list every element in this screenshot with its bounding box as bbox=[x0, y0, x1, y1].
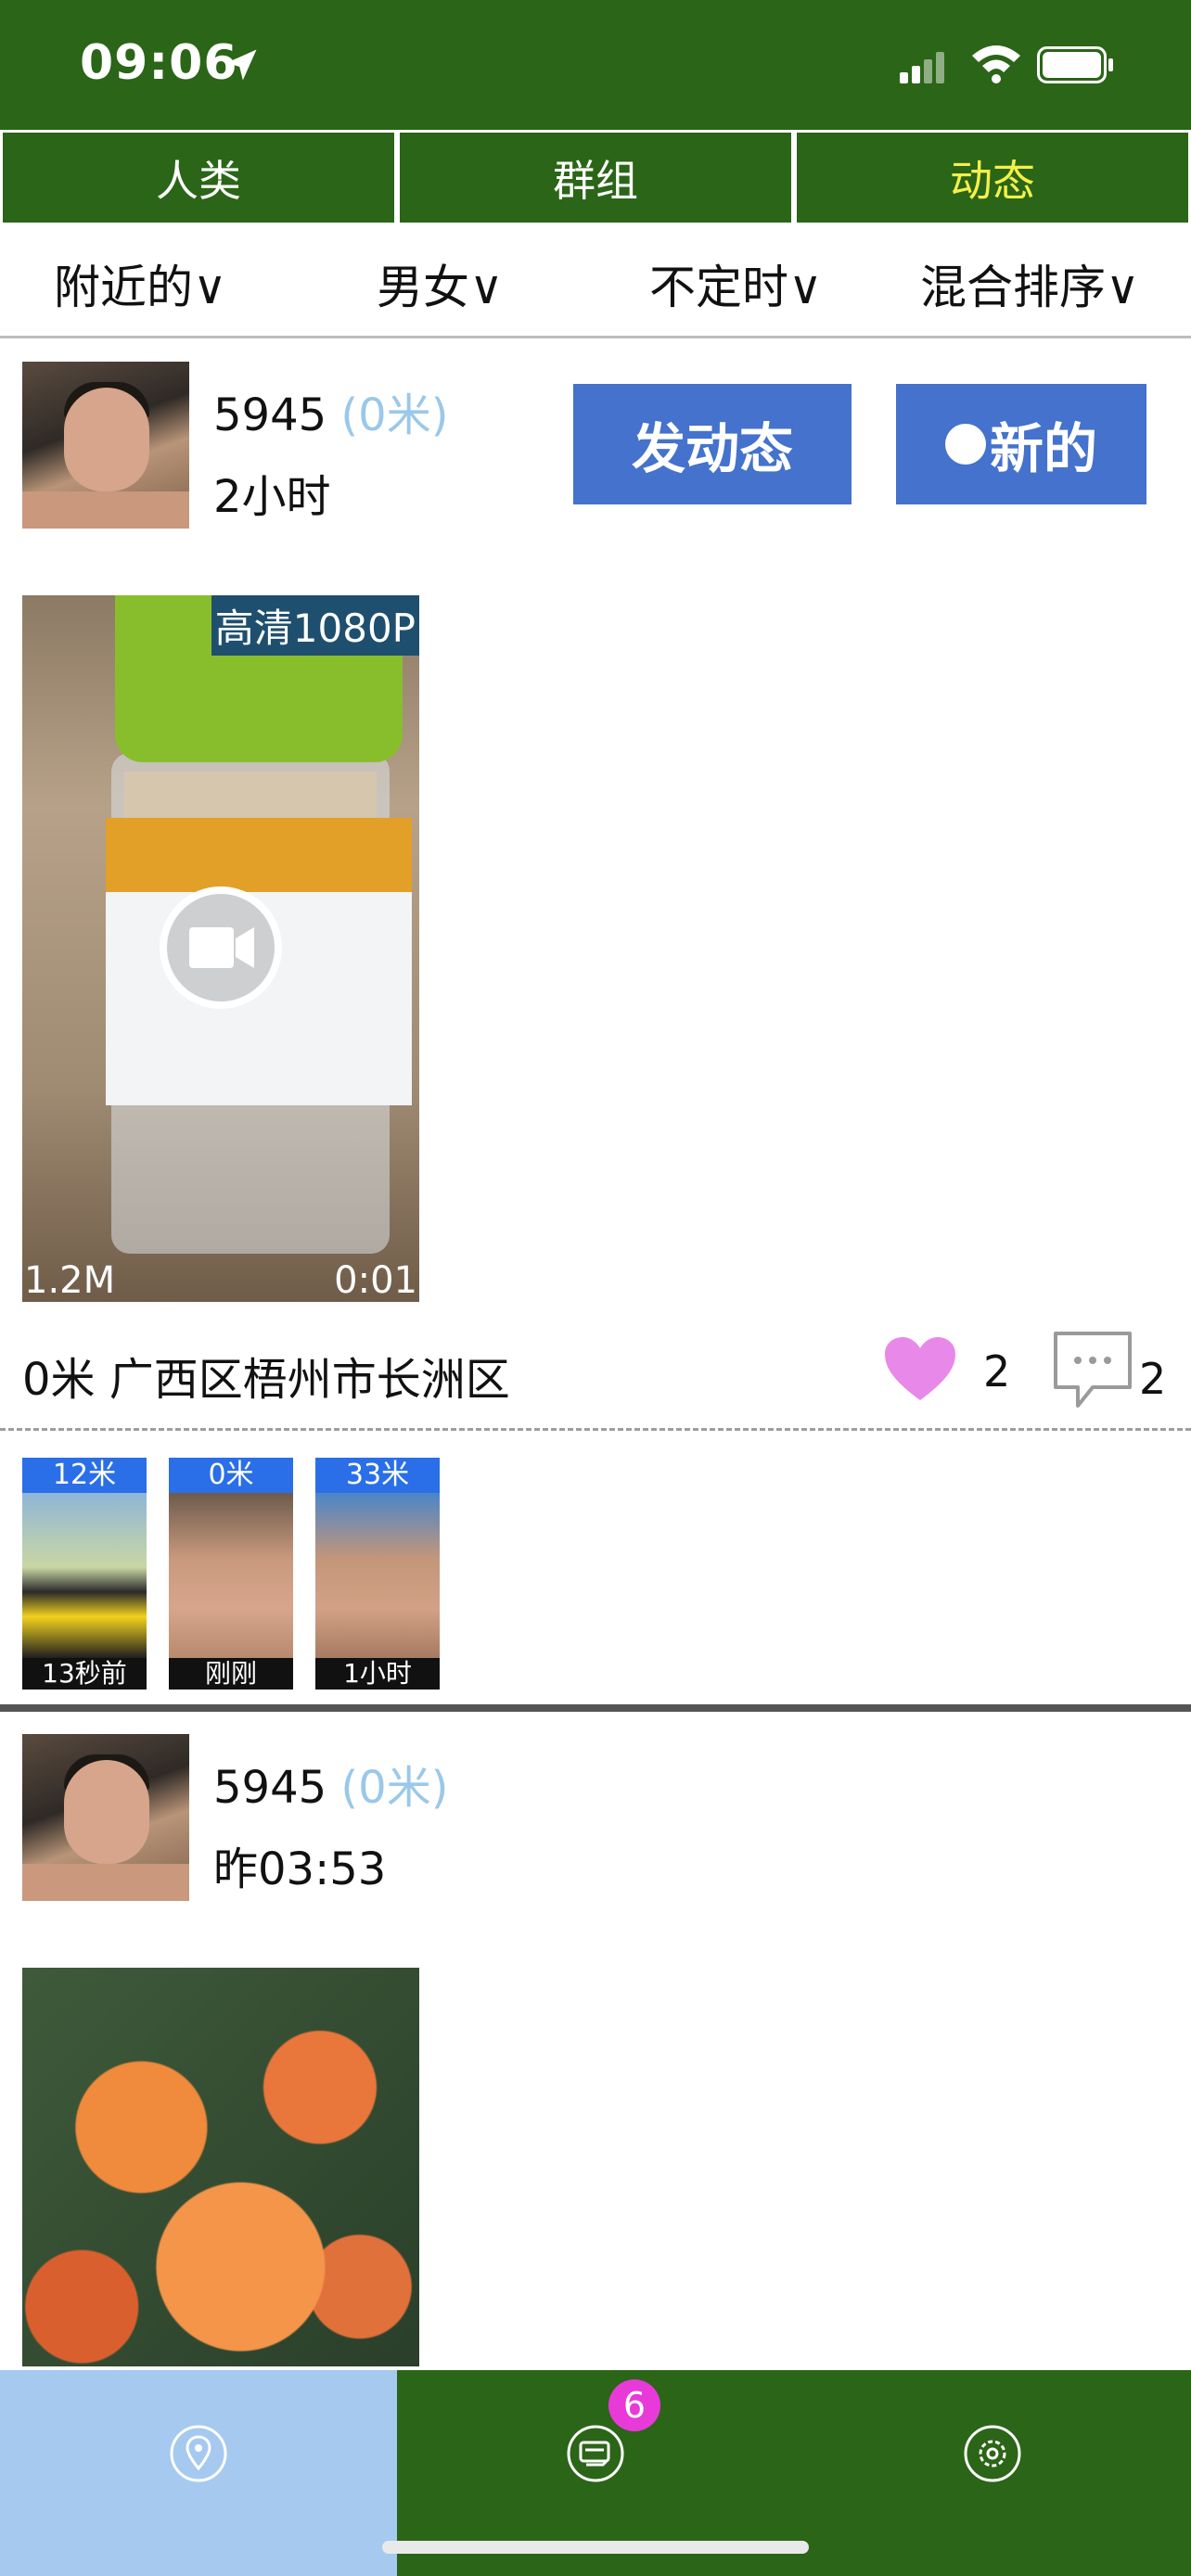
heart-like-icon[interactable] bbox=[883, 1335, 957, 1402]
tab-groups[interactable]: 群组 bbox=[397, 130, 794, 225]
post-distance: (0米) bbox=[340, 1762, 449, 1814]
gear-icon bbox=[964, 2425, 1021, 2482]
username-text: 5945 bbox=[213, 1762, 327, 1814]
filter-nearby-dropdown[interactable]: 附近的∨ bbox=[54, 250, 227, 317]
post-time: 昨03:53 bbox=[213, 1843, 387, 1895]
battery-icon bbox=[1037, 46, 1113, 83]
viewer-distance: 0米 bbox=[169, 1458, 293, 1493]
viewer-distance: 33米 bbox=[315, 1458, 440, 1493]
viewer-time: 1小时 bbox=[315, 1658, 440, 1690]
username-text: 5945 bbox=[213, 389, 327, 441]
status-time: 09:06 bbox=[80, 35, 238, 91]
comment-icon[interactable] bbox=[1050, 1328, 1135, 1413]
viewer-distance: 12米 bbox=[22, 1458, 147, 1493]
viewer-photo bbox=[315, 1493, 440, 1658]
post-username[interactable]: 5945 (0米) bbox=[213, 1751, 448, 1816]
viewer-thumbnail[interactable]: 33米 1小时 bbox=[315, 1458, 440, 1690]
post-username[interactable]: 5945 (0米) bbox=[213, 378, 448, 443]
viewer-time: 刚刚 bbox=[169, 1658, 293, 1690]
message-icon bbox=[567, 2425, 624, 2482]
viewer-thumbnail[interactable]: 0米 刚刚 bbox=[169, 1458, 293, 1690]
avatar[interactable] bbox=[22, 362, 189, 529]
tab-people[interactable]: 人类 bbox=[0, 130, 397, 225]
viewer-thumbnail[interactable]: 12米 13秒前 bbox=[22, 1458, 147, 1690]
hd-quality-badge: 高清1080P bbox=[211, 595, 419, 656]
post-moment-button[interactable]: 发动态 bbox=[573, 384, 852, 504]
viewer-photo bbox=[169, 1493, 293, 1658]
map-pin-icon bbox=[170, 2425, 227, 2482]
filter-gender-dropdown[interactable]: 男女∨ bbox=[377, 250, 504, 317]
post-divider bbox=[0, 1704, 1191, 1712]
location-arrow-icon bbox=[225, 49, 257, 81]
video-thumbnail[interactable]: 高清1080P 1.2M 0:01 bbox=[22, 595, 419, 1302]
viewer-photo bbox=[22, 1493, 147, 1658]
video-duration: 0:01 bbox=[334, 1259, 417, 1302]
nav-settings-tab[interactable] bbox=[794, 2370, 1191, 2576]
comment-count: 2 bbox=[1139, 1354, 1167, 1404]
wifi-icon bbox=[972, 45, 1020, 83]
tab-moments[interactable]: 动态 bbox=[794, 130, 1191, 225]
new-button[interactable]: 新的 bbox=[896, 384, 1146, 504]
like-count: 2 bbox=[983, 1346, 1011, 1396]
photo-thumbnail[interactable] bbox=[22, 1968, 419, 2366]
nav-map-tab[interactable] bbox=[0, 2370, 397, 2576]
viewer-time: 13秒前 bbox=[22, 1658, 147, 1690]
dashed-divider bbox=[0, 1428, 1191, 1431]
new-dot-icon bbox=[944, 424, 986, 465]
post-distance: (0米) bbox=[340, 389, 449, 441]
video-play-icon[interactable] bbox=[156, 883, 286, 1013]
new-label: 新的 bbox=[989, 417, 1097, 480]
cellular-signal-icon bbox=[900, 52, 944, 83]
filter-sort-dropdown[interactable]: 混合排序∨ bbox=[920, 250, 1140, 317]
filter-time-dropdown[interactable]: 不定时∨ bbox=[649, 250, 823, 317]
home-indicator[interactable] bbox=[382, 2541, 809, 2554]
post-time: 2小时 bbox=[213, 471, 331, 523]
post-location: 0米 广西区梧州市长洲区 bbox=[22, 1354, 510, 1406]
avatar[interactable] bbox=[22, 1734, 189, 1901]
message-count-badge: 6 bbox=[608, 2379, 660, 2431]
post-moment-label: 发动态 bbox=[631, 417, 793, 480]
video-size: 1.2M bbox=[24, 1259, 116, 1302]
